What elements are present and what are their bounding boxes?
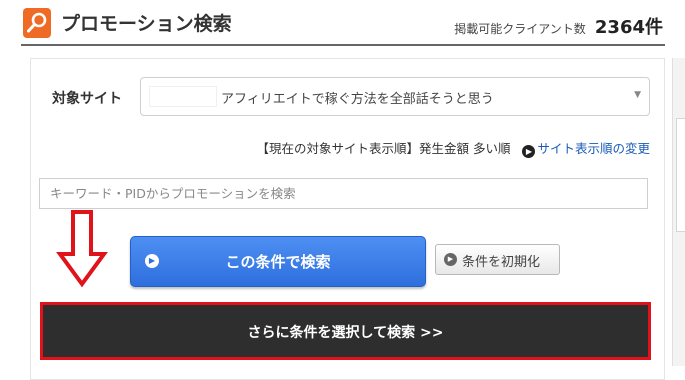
search-magnifier-icon: [23, 8, 51, 38]
client-count-value: 2364件: [594, 17, 663, 38]
sort-order-row: 【現在の対象サイト表示順】発生金額 多い順 ▶ サイト表示順の変更: [257, 138, 650, 158]
more-conditions-label: さらに条件を選択して検索 >>: [247, 325, 444, 341]
target-site-label: 対象サイト: [52, 91, 122, 107]
selected-site-name: アフィリエイトで稼ぐ方法を全部話そうと思う: [221, 92, 494, 107]
right-side-panel-edge: [676, 118, 685, 232]
change-sort-order-link[interactable]: ▶ サイト表示順の変更: [522, 141, 650, 158]
search-button-label: この条件で検索: [225, 253, 331, 271]
chevron-down-icon: ▼: [634, 90, 641, 100]
site-blank-field: [149, 86, 217, 107]
sort-order-text: 【現在の対象サイト表示順】発生金額 多い順: [256, 141, 511, 156]
circle-arrow-icon: ▶: [522, 145, 536, 158]
client-count-label: 掲載可能クライアント数: [454, 22, 586, 36]
search-button[interactable]: ▶ この条件で検索: [130, 236, 426, 287]
page-title: プロモーション検索: [61, 13, 232, 35]
change-sort-order-label: サイト表示順の変更: [537, 141, 650, 156]
circle-arrow-icon: ▶: [444, 253, 457, 266]
target-site-select[interactable]: アフィリエイトで稼ぐ方法を全部話そうと思う ▼: [140, 77, 650, 116]
header-divider: [21, 44, 665, 46]
header: プロモーション検索 掲載可能クライアント数 2364件: [0, 0, 685, 48]
reset-conditions-button[interactable]: ▶ 条件を初期化: [435, 244, 560, 275]
reset-button-label: 条件を初期化: [462, 255, 541, 270]
client-count: 掲載可能クライアント数 2364件: [454, 13, 663, 39]
red-down-arrow-icon: [56, 210, 108, 288]
keyword-search-input[interactable]: [39, 178, 648, 209]
more-conditions-button[interactable]: さらに条件を選択して検索 >>: [40, 302, 651, 360]
